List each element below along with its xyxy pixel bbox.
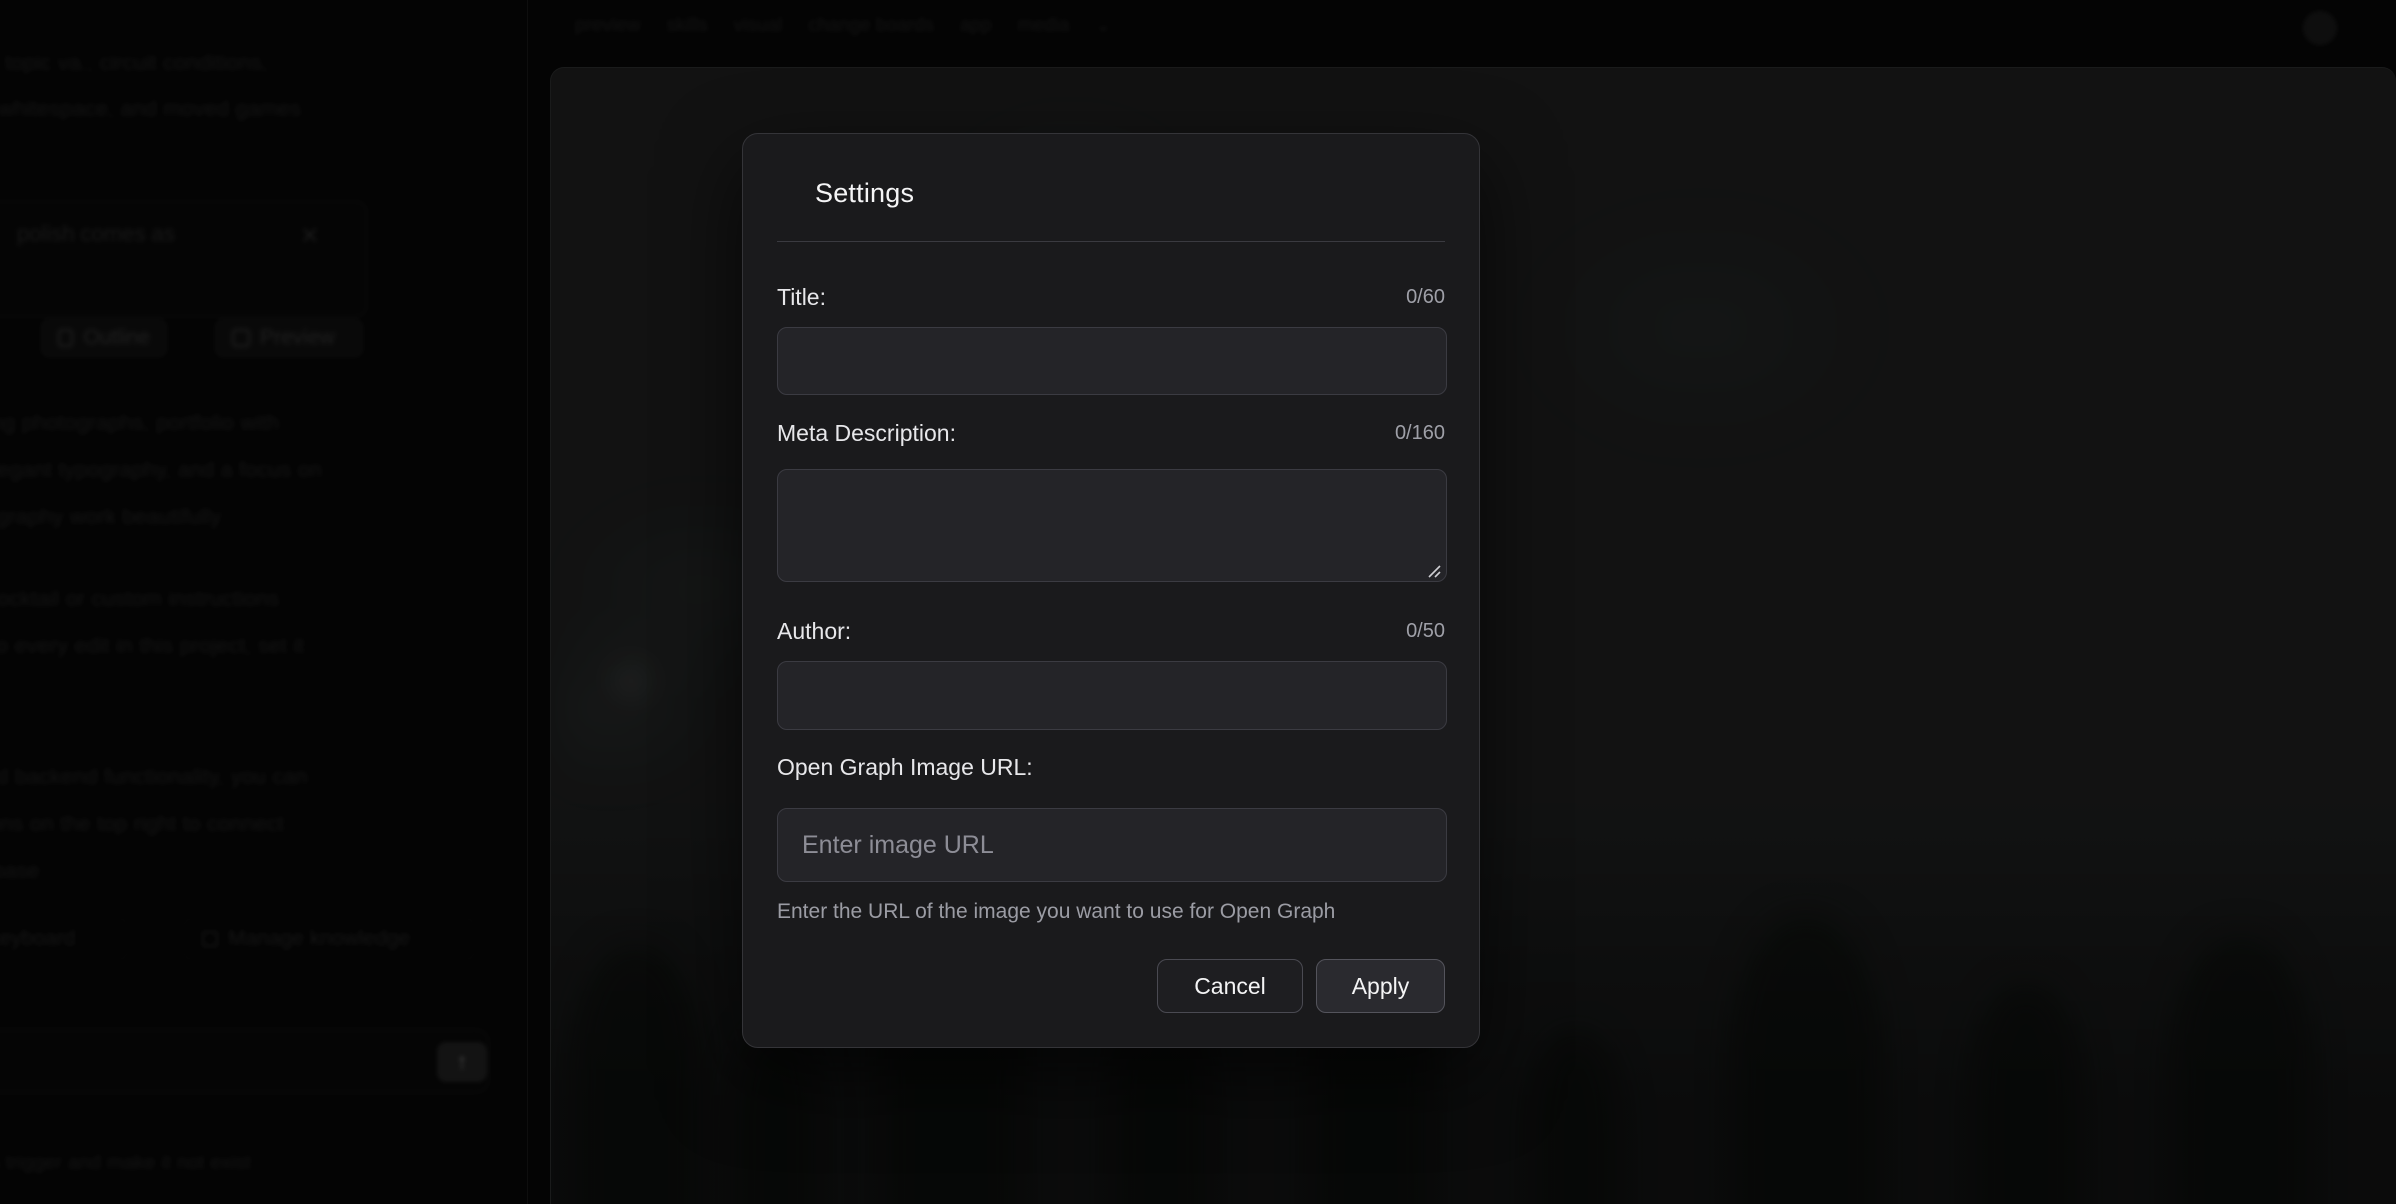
og-image-label: Open Graph Image URL: [777, 753, 1033, 781]
app-window: preview skills visual change boards app … [0, 0, 2396, 1204]
author-input[interactable] [777, 661, 1447, 730]
og-image-url-input[interactable] [777, 808, 1447, 882]
meta-description-textarea[interactable] [777, 469, 1447, 582]
apply-button[interactable]: Apply [1316, 959, 1445, 1013]
title-counter: 0/60 [1406, 283, 1445, 311]
title-input[interactable] [777, 327, 1447, 395]
cancel-button[interactable]: Cancel [1157, 959, 1303, 1013]
author-label: Author: [777, 617, 851, 645]
modal-title: Settings [815, 178, 914, 209]
modal-divider [777, 241, 1445, 242]
author-counter: 0/50 [1406, 617, 1445, 645]
settings-modal: Settings Title: 0/60 Meta Description: 0… [742, 133, 1480, 1048]
meta-description-label: Meta Description: [777, 419, 956, 447]
title-label: Title: [777, 283, 826, 311]
meta-description-counter: 0/160 [1395, 419, 1445, 447]
modal-button-row: Cancel Apply [1157, 959, 1445, 1013]
og-image-helper-text: Enter the URL of the image you want to u… [777, 900, 1447, 924]
